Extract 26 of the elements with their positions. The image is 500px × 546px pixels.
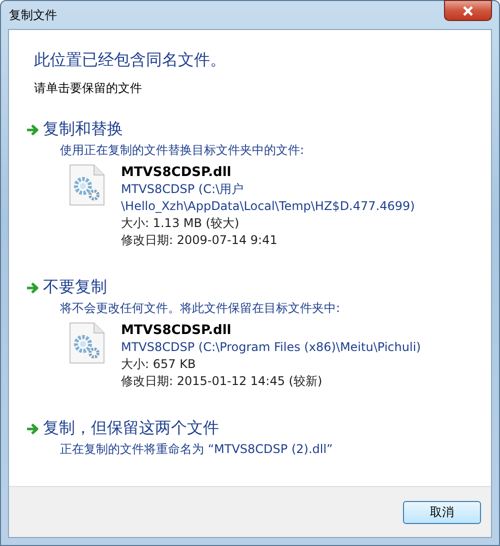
arrow-icon: [26, 422, 40, 434]
file-name: MTVS8CDSP.dll: [121, 164, 232, 181]
arrow-icon: [26, 124, 40, 136]
file-modified-date: 修改日期: 2009-07-14 9:41: [121, 232, 278, 249]
instruction-text: 请单击要保留的文件: [34, 80, 143, 97]
file-location: \Hello_Xzh\AppData\Local\Temp\HZ$D.477.4699): [121, 198, 415, 215]
file-modified-date: 修改日期: 2015-01-12 14:45 (较新): [121, 373, 324, 390]
cancel-button[interactable]: 取消: [403, 500, 481, 524]
file-name: MTVS8CDSP.dll: [121, 322, 232, 339]
arrow-icon: [26, 282, 40, 294]
gear-file-icon: [69, 164, 105, 206]
file-location: MTVS8CDSP (C:\用户: [121, 181, 245, 198]
close-icon: [462, 6, 474, 16]
file-location: MTVS8CDSP (C:\Program Files (x86)\Meitu\Pichuli): [121, 339, 421, 356]
dialog-heading: 此位置已经包含同名文件。: [34, 50, 227, 71]
file-size: 大小: 657 KB: [121, 356, 197, 373]
window-title: 复制文件: [8, 6, 57, 24]
option-link[interactable]: 不要复制: [43, 277, 107, 298]
file-size: 大小: 1.13 MB (较大): [121, 215, 240, 232]
close-button[interactable]: [444, 0, 492, 21]
option-link[interactable]: 复制和替换: [43, 119, 123, 140]
option-description: 正在复制的文件将重命名为 “MTVS8CDSP (2).dll”: [60, 441, 334, 458]
option-link[interactable]: 复制，但保留这两个文件: [43, 418, 219, 439]
gear-file-icon: [69, 322, 105, 364]
option-description: 将不会更改任何文件。将此文件保留在目标文件夹中:: [60, 300, 342, 317]
option-description: 使用正在复制的文件替换目标文件夹中的文件:: [60, 142, 306, 159]
